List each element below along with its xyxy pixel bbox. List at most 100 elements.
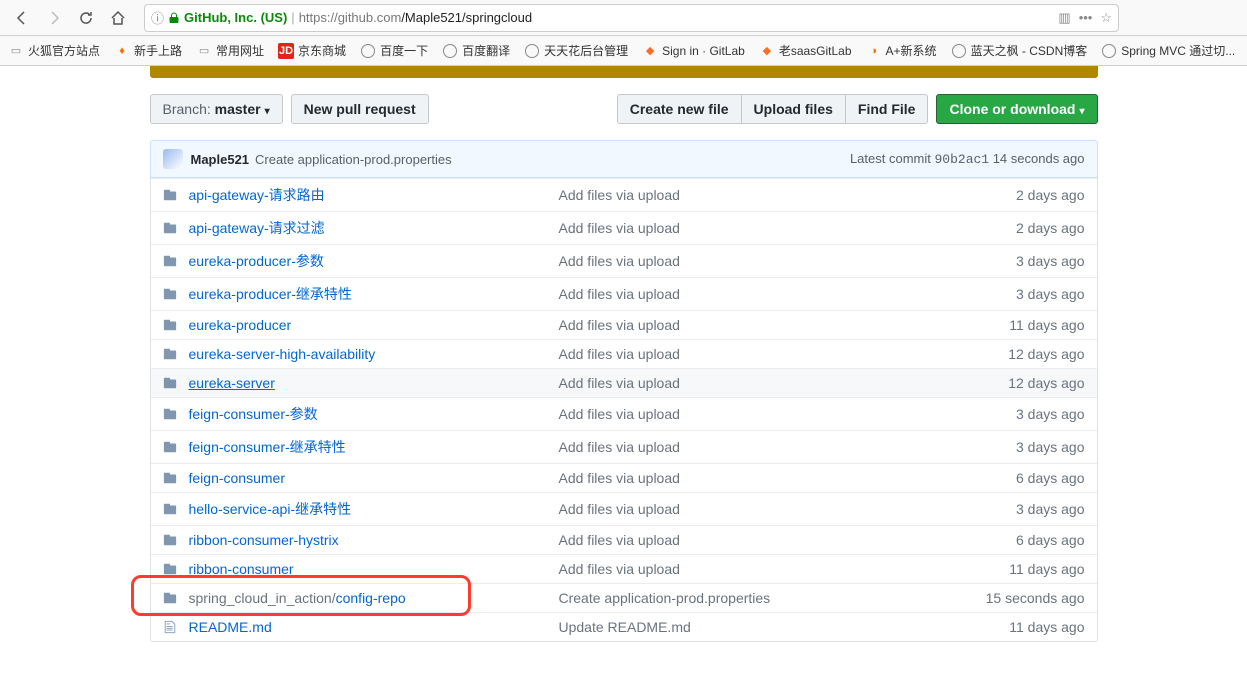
file-name: feign-consumer-参数 [189, 404, 559, 424]
alert-banner [150, 66, 1098, 78]
table-row: feign-consumer-继承特性 Add files via upload3… [151, 430, 1097, 463]
file-name: ribbon-consumer-hystrix [189, 532, 559, 548]
file-link[interactable]: hello-service-api-继承特性 [189, 501, 352, 517]
bookmark-item[interactable]: 百度翻译 [442, 42, 510, 59]
clone-download-button[interactable]: Clone or download▾ [936, 94, 1097, 124]
file-age: 12 days ago [945, 346, 1085, 362]
bookmark-item[interactable]: 天天花后台管理 [524, 42, 628, 59]
file-name: eureka-server-high-availability [189, 346, 559, 362]
commit-message[interactable]: Add files via upload [559, 220, 945, 236]
table-row: hello-service-api-继承特性 Add files via uplo… [151, 492, 1097, 525]
file-age: 3 days ago [945, 501, 1085, 517]
back-button[interactable] [8, 4, 36, 32]
file-name: spring_cloud_in_action/config-repo [189, 590, 559, 606]
file-age: 6 days ago [945, 532, 1085, 548]
bookmark-item[interactable]: ◆Sign in · GitLab [642, 43, 745, 59]
reader-icon[interactable]: ▥ [1058, 10, 1070, 26]
browser-toolbar: ⓘ GitHub, Inc. (US) | https://github.com… [0, 0, 1247, 36]
commit-message[interactable]: Update README.md [559, 619, 945, 635]
file-link[interactable]: ribbon-consumer-hystrix [189, 532, 339, 548]
bookmark-item[interactable]: Spring MVC 通过切... [1101, 42, 1235, 59]
file-name: README.md [189, 619, 559, 635]
branch-select-button[interactable]: Branch: master▾ [150, 94, 283, 124]
table-row: eureka-producer-继承特性 Add files via upload… [151, 277, 1097, 310]
commit-message[interactable]: Add files via upload [559, 532, 945, 548]
file-age: 6 days ago [945, 470, 1085, 486]
upload-files-button[interactable]: Upload files [741, 94, 846, 124]
commit-message[interactable]: Add files via upload [559, 187, 945, 203]
commit-message[interactable]: Add files via upload [559, 470, 945, 486]
site-identity: GitHub, Inc. (US) [184, 10, 287, 25]
bookmark-star-icon[interactable]: ☆ [1100, 10, 1112, 26]
file-list: api-gateway-请求路由Add files via upload2 da… [150, 178, 1098, 642]
file-link[interactable]: eureka-producer-参数 [189, 253, 324, 269]
commit-sha[interactable]: 90b2ac1 [934, 152, 989, 167]
bookmark-item[interactable]: 百度一下 [360, 42, 428, 59]
table-row: eureka-serverAdd files via upload12 days… [151, 368, 1097, 397]
file-name: eureka-server [189, 375, 559, 391]
file-link[interactable]: config-repo [336, 590, 406, 606]
table-row: feign-consumer Add files via upload6 days… [151, 463, 1097, 492]
forward-button[interactable] [40, 4, 68, 32]
commit-message[interactable]: Add files via upload [559, 406, 945, 422]
file-link[interactable]: eureka-server-high-availability [189, 346, 376, 362]
info-icon: ⓘ [151, 8, 164, 27]
file-link[interactable]: eureka-producer [189, 317, 292, 333]
commit-message[interactable]: Add files via upload [559, 317, 945, 333]
folder-icon [163, 502, 179, 516]
commit-message[interactable]: Add files via upload [559, 501, 945, 517]
file-age: 15 seconds ago [945, 590, 1085, 606]
file-age: 11 days ago [945, 619, 1085, 635]
folder-icon [163, 287, 179, 301]
folder-icon [163, 188, 179, 202]
reload-button[interactable] [72, 4, 100, 32]
bookmark-item[interactable]: ♦新手上路 [114, 42, 182, 59]
menu-dots-icon[interactable]: ••• [1079, 10, 1093, 26]
bookmark-item[interactable]: ◆老saasGitLab [759, 42, 852, 59]
commit-message[interactable]: Add files via upload [559, 253, 945, 269]
commit-message[interactable]: Add files via upload [559, 346, 945, 362]
file-age: 3 days ago [945, 439, 1085, 455]
table-row: spring_cloud_in_action/config-repoCreate… [151, 583, 1097, 612]
file-name: feign-consumer [189, 470, 559, 486]
commit-message[interactable]: Add files via upload [559, 375, 945, 391]
table-row: api-gateway-请求路由 Add files via upload2 da… [151, 178, 1097, 211]
bookmark-item[interactable]: ▭常用网址 [196, 42, 264, 59]
file-link[interactable]: README.md [189, 619, 272, 635]
table-row: api-gateway-请求过滤 Add files via upload2 da… [151, 211, 1097, 244]
folder-icon [163, 254, 179, 268]
avatar [163, 149, 183, 169]
commit-author[interactable]: Maple521 [191, 152, 250, 167]
commit-message[interactable]: Add files via upload [559, 439, 945, 455]
file-link[interactable]: feign-consumer [189, 470, 286, 486]
file-link[interactable]: feign-consumer-参数 [189, 406, 318, 422]
file-age: 2 days ago [945, 187, 1085, 203]
bookmark-item[interactable]: 蓝天之枫 - CSDN博客 [951, 42, 1088, 59]
file-link[interactable]: eureka-producer-继承特性 [189, 286, 352, 302]
find-file-button[interactable]: Find File [845, 94, 929, 124]
file-link[interactable]: eureka-server [189, 375, 275, 391]
file-link[interactable]: api-gateway-请求过滤 [189, 220, 325, 236]
new-pull-request-button[interactable]: New pull request [291, 94, 429, 124]
commit-message[interactable]: Add files via upload [559, 286, 945, 302]
home-button[interactable] [104, 4, 132, 32]
bookmark-item[interactable]: ▭火狐官方站点 [8, 42, 100, 59]
url-bar[interactable]: ⓘ GitHub, Inc. (US) | https://github.com… [144, 4, 1119, 32]
table-row: eureka-server-high-availability Add files… [151, 339, 1097, 368]
commit-message[interactable]: Add files via upload [559, 561, 945, 577]
bookmark-item[interactable]: ◑A+新系统 [866, 42, 937, 59]
folder-icon [163, 407, 179, 421]
folder-icon [163, 591, 179, 605]
file-link[interactable]: api-gateway-请求路由 [189, 187, 325, 203]
file-age: 11 days ago [945, 561, 1085, 577]
commit-message[interactable]: Create application-prod.properties [559, 590, 945, 606]
file-link[interactable]: ribbon-consumer [189, 561, 294, 577]
commit-message[interactable]: Create application-prod.properties [255, 152, 452, 167]
create-new-file-button[interactable]: Create new file [617, 94, 742, 124]
bookmark-item[interactable]: JD京东商城 [278, 42, 346, 59]
folder-icon [163, 533, 179, 547]
file-name: eureka-producer-继承特性 [189, 284, 559, 304]
file-age: 2 days ago [945, 220, 1085, 236]
file-link[interactable]: feign-consumer-继承特性 [189, 439, 346, 455]
file-name: feign-consumer-继承特性 [189, 437, 559, 457]
